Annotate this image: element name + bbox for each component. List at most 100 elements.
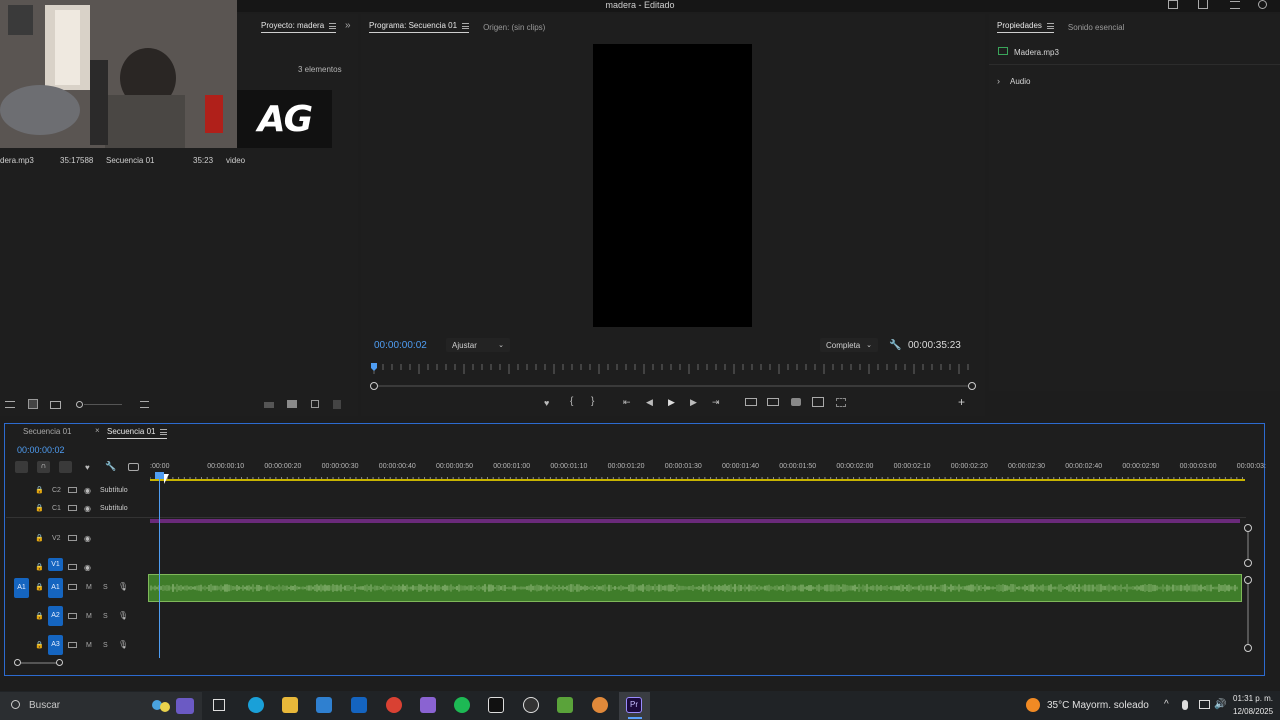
premiere-pro-icon[interactable]: Pr <box>626 697 642 713</box>
project-item-name-1[interactable]: dera.mp3 <box>0 156 34 165</box>
sync-icon-c1[interactable] <box>68 505 77 511</box>
mute-a3[interactable]: M <box>86 642 92 649</box>
nest-toggle-icon[interactable] <box>15 461 28 473</box>
list-view-icon[interactable] <box>5 401 15 408</box>
new-item-icon[interactable] <box>311 400 319 408</box>
fit-select[interactable]: Ajustar ⌄ <box>446 338 510 352</box>
chrome-icon[interactable] <box>386 697 402 713</box>
track-target-a1[interactable]: A1 <box>48 578 63 598</box>
capcut-icon[interactable] <box>488 697 504 713</box>
timeline-tab-close-icon[interactable]: × <box>95 426 100 435</box>
trash-icon[interactable] <box>333 400 341 409</box>
timeline-current-time[interactable]: 00:00:00:02 <box>17 445 65 455</box>
add-marker-icon[interactable]: ♥ <box>85 463 90 472</box>
file-explorer-icon[interactable] <box>282 697 298 713</box>
lock-icon-v1[interactable]: 🔒 <box>35 563 44 571</box>
mute-a1[interactable]: M <box>86 584 92 591</box>
edge-icon[interactable] <box>248 697 264 713</box>
new-bin-icon[interactable] <box>287 400 297 408</box>
chevron-right-icon[interactable]: › <box>997 76 1000 86</box>
v-scroll-handle-mid[interactable] <box>1244 559 1252 567</box>
playhead-marker[interactable] <box>371 363 377 371</box>
sync-icon-v1[interactable] <box>68 564 77 570</box>
linked-selection-icon[interactable] <box>59 461 72 473</box>
lock-icon-c2[interactable]: 🔒 <box>35 486 44 494</box>
expand-panels-icon[interactable]: » <box>345 21 351 31</box>
h-zoom-bar[interactable] <box>14 659 64 667</box>
lock-icon-c1[interactable]: 🔒 <box>35 504 44 512</box>
solo-a3[interactable]: S <box>103 642 108 649</box>
sort-icon[interactable] <box>140 401 149 408</box>
captions-icon[interactable] <box>128 463 139 471</box>
playhead-line[interactable] <box>159 476 160 658</box>
panel-menu-icon[interactable] <box>1046 22 1054 29</box>
snap-icon[interactable]: ∩ <box>37 461 50 473</box>
xbox-icon[interactable] <box>523 697 539 713</box>
zoom-handle-left[interactable] <box>370 382 378 390</box>
sync-icon-c2[interactable] <box>68 487 77 493</box>
mark-out-icon[interactable]: } <box>591 396 594 407</box>
playhead-handle[interactable] <box>155 472 164 479</box>
panel-menu-icon[interactable] <box>329 22 337 29</box>
share-icon[interactable] <box>1198 0 1208 9</box>
lift-icon[interactable] <box>745 398 757 406</box>
v-scroll-track-2[interactable] <box>1247 584 1249 644</box>
v-scroll-handle-a[interactable] <box>1244 576 1252 584</box>
lock-icon-a3[interactable]: 🔒 <box>35 641 44 649</box>
project-item-name-2[interactable]: Secuencia 01 <box>106 156 154 165</box>
mic-tray-icon[interactable] <box>1182 700 1188 710</box>
v-scroll-handle-bottom[interactable] <box>1244 644 1252 652</box>
outlook-icon[interactable] <box>351 697 367 713</box>
sync-icon-a3[interactable] <box>68 642 77 648</box>
v-scroll-track-1[interactable] <box>1247 532 1249 559</box>
spotify-icon[interactable] <box>454 697 470 713</box>
step-back-icon[interactable]: ◀ <box>646 397 653 408</box>
clock-date[interactable]: 12/08/2025 <box>1233 707 1273 716</box>
network-icon[interactable] <box>1199 700 1210 709</box>
chevron-up-icon[interactable]: ^ <box>1164 699 1169 710</box>
tab-project[interactable]: Proyecto: madera <box>261 21 337 33</box>
mark-in-icon[interactable]: { <box>570 396 573 407</box>
eye-icon-v2[interactable]: ◉ <box>84 534 91 543</box>
freeform-view-icon[interactable] <box>50 401 61 409</box>
go-to-out-icon[interactable]: ⇥ <box>712 397 720 408</box>
weather-text[interactable]: 35°C Mayorm. soleado <box>1047 700 1149 711</box>
weather-icon[interactable] <box>1026 698 1040 712</box>
clock-time[interactable]: 01:31 p. m. <box>1233 694 1273 703</box>
video-frame[interactable] <box>593 44 752 327</box>
chrome-profile-icon[interactable] <box>592 697 608 713</box>
track-target-a3[interactable]: A3 <box>48 635 63 655</box>
copilot-icon[interactable] <box>420 697 436 713</box>
thumbnail-logo[interactable]: AG <box>237 90 332 148</box>
add-button-icon[interactable]: + <box>958 395 965 409</box>
volume-icon[interactable]: 🔊 <box>1214 699 1226 710</box>
wrench-icon[interactable]: 🔧 <box>105 461 116 472</box>
mute-a2[interactable]: M <box>86 613 92 620</box>
tab-program[interactable]: Programa: Secuencia 01 <box>369 21 470 33</box>
source-patch-a1[interactable]: A1 <box>14 578 29 598</box>
lock-icon-a2[interactable]: 🔒 <box>35 612 44 620</box>
mic-icon-a3[interactable]: 🎙 <box>118 640 128 649</box>
sync-icon-a2[interactable] <box>68 613 77 619</box>
play-icon[interactable]: ▶ <box>668 397 675 408</box>
solo-a2[interactable]: S <box>103 613 108 620</box>
program-current-time[interactable]: 00:00:00:02 <box>374 340 427 351</box>
audio-clip[interactable] <box>148 574 1242 602</box>
menu-icon[interactable] <box>1230 1 1240 9</box>
project-item-name-3[interactable]: video <box>226 156 245 165</box>
mic-icon-a1[interactable]: 🎙 <box>118 582 128 591</box>
audio-section-label[interactable]: Audio <box>1010 77 1030 86</box>
timeline-tab-1[interactable]: Secuencia 01 <box>23 427 71 436</box>
timeline-tab-2[interactable]: Secuencia 01 <box>107 427 168 439</box>
layout-icon[interactable] <box>1168 0 1178 9</box>
zoom-slider[interactable] <box>74 401 122 409</box>
eye-icon-c1[interactable]: ◉ <box>84 504 91 513</box>
export-frame-icon[interactable] <box>791 398 801 406</box>
panel-menu-icon[interactable] <box>160 428 168 435</box>
go-to-in-icon[interactable]: ⇤ <box>623 397 631 408</box>
store-icon[interactable] <box>316 697 332 713</box>
lock-icon-v2[interactable]: 🔒 <box>35 534 44 542</box>
tab-properties[interactable]: Propiedades <box>997 21 1054 33</box>
lock-icon-a1[interactable]: 🔒 <box>35 583 44 591</box>
automate-icon[interactable] <box>264 402 274 408</box>
